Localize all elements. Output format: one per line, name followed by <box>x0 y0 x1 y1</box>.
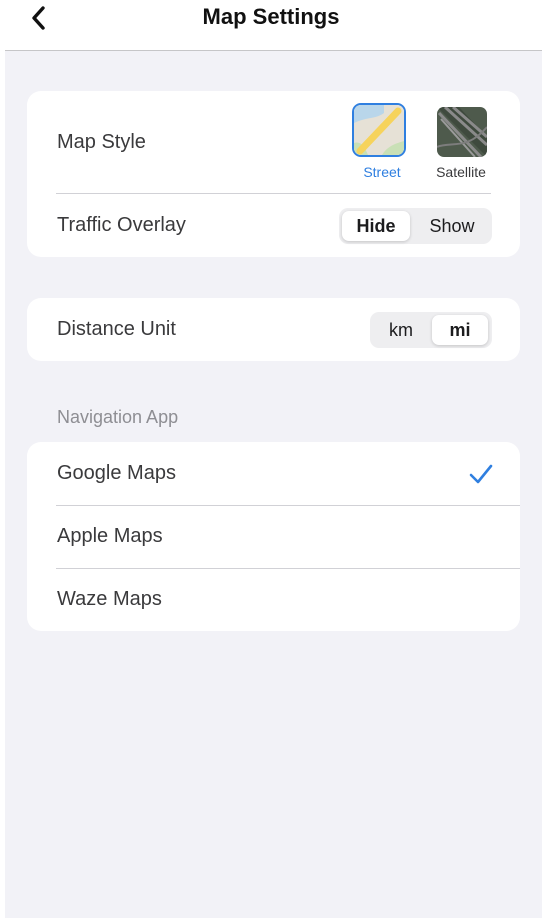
row-divider <box>56 193 491 194</box>
satellite-label: Satellite <box>436 164 486 180</box>
street-map-thumbnail <box>354 105 404 155</box>
list-item-apple-maps[interactable]: Apple Maps <box>27 506 520 568</box>
traffic-hide-option[interactable]: Hide <box>342 211 410 241</box>
distance-unit-card: Distance Unit km mi <box>27 298 520 361</box>
apple-maps-label: Apple Maps <box>57 525 163 547</box>
distance-unit-label: Distance Unit <box>57 318 176 340</box>
street-label: Street <box>363 164 401 180</box>
list-item-waze-maps[interactable]: Waze Maps <box>27 569 520 631</box>
unit-km-option[interactable]: km <box>373 315 429 345</box>
list-item-google-maps[interactable]: Google Maps <box>27 442 520 505</box>
satellite-map-thumbnail <box>437 107 487 157</box>
page-title: Map Settings <box>202 4 340 29</box>
traffic-show-option[interactable]: Show <box>415 211 489 241</box>
map-settings-card: Map Style Street Satellite Traffic Overl… <box>27 91 520 257</box>
unit-mi-option[interactable]: mi <box>432 315 488 345</box>
map-style-label: Map Style <box>57 131 146 153</box>
google-maps-label: Google Maps <box>57 462 176 484</box>
distance-unit-toggle: km mi <box>370 312 492 348</box>
traffic-overlay-label: Traffic Overlay <box>57 214 186 236</box>
traffic-overlay-toggle: Hide Show <box>339 208 492 244</box>
navigation-app-header: Navigation App <box>57 407 179 427</box>
navigation-app-card: Google Maps Apple Maps Waze Maps <box>27 442 520 631</box>
waze-maps-label: Waze Maps <box>57 588 162 610</box>
map-style-option-satellite[interactable]: Satellite <box>421 101 501 185</box>
settings-screen: Map Style Street Satellite Traffic Overl… <box>5 50 542 918</box>
checkmark-icon <box>469 464 493 484</box>
navigation-bar: Map Settings <box>0 0 542 50</box>
map-style-option-street[interactable]: Street <box>345 101 419 185</box>
